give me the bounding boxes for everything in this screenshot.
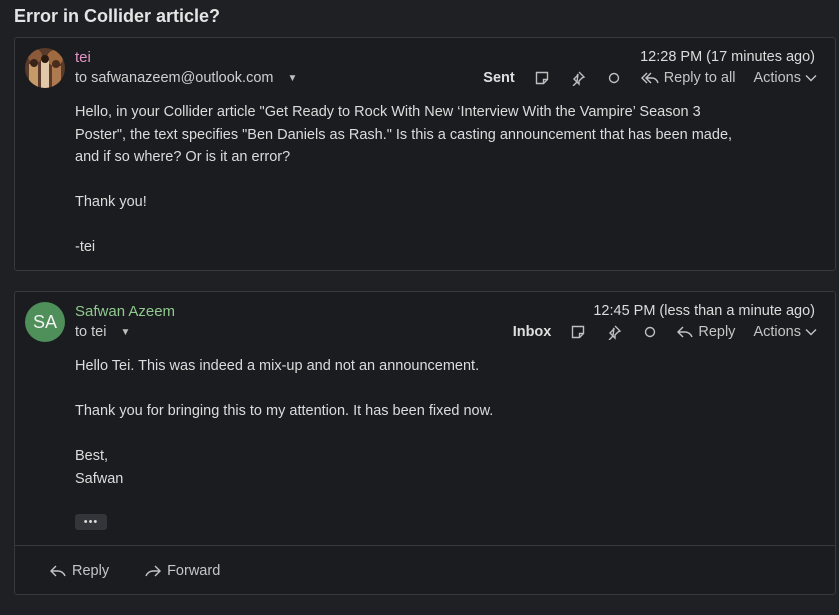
compose-footer: Reply Forward bbox=[15, 545, 835, 595]
pin-icon[interactable] bbox=[605, 323, 623, 341]
reply-all-icon bbox=[640, 72, 659, 84]
message-card: SA Safwan Azeem to tei ▼ 12:45 PM (less … bbox=[14, 291, 836, 595]
actions-menu-button[interactable]: Actions bbox=[753, 70, 817, 86]
avatar[interactable] bbox=[25, 48, 65, 88]
message-toolbar: Inbox Reply Actions bbox=[513, 323, 817, 341]
actions-label: Actions bbox=[753, 70, 801, 86]
reply-all-label: Reply to all bbox=[663, 70, 736, 86]
unread-circle-icon[interactable] bbox=[605, 69, 623, 87]
message-card: tei to safwanazeem@outlook.com ▼ 12:28 P… bbox=[14, 37, 836, 271]
message-timestamp: 12:45 PM (less than a minute ago) bbox=[593, 303, 815, 319]
body-line bbox=[75, 169, 795, 192]
note-icon[interactable] bbox=[569, 323, 587, 341]
message-body: Hello, in your Collider article "Get Rea… bbox=[75, 101, 795, 259]
body-line bbox=[75, 378, 795, 401]
thread-subject: Error in Collider article? bbox=[14, 6, 221, 26]
footer-forward-button[interactable]: Forward bbox=[145, 563, 220, 579]
body-line: Poster", the text specifies "Ben Daniels… bbox=[75, 126, 733, 143]
reply-icon bbox=[50, 565, 66, 576]
pin-icon[interactable] bbox=[569, 69, 587, 87]
recipient-text: to safwanazeem@outlook.com bbox=[75, 70, 274, 86]
avatar-photo-icon bbox=[25, 48, 65, 88]
sender-name[interactable]: tei bbox=[75, 49, 91, 66]
unread-circle-icon[interactable] bbox=[641, 323, 659, 341]
body-line: Thank you! bbox=[75, 194, 147, 210]
actions-menu-button[interactable]: Actions bbox=[753, 324, 817, 340]
actions-label: Actions bbox=[753, 324, 801, 340]
body-line: -tei bbox=[75, 239, 96, 255]
body-line: Hello, in your Collider article "Get Rea… bbox=[75, 104, 701, 120]
message-body: Hello Tei. This was indeed a mix-up and … bbox=[75, 355, 795, 490]
reply-button[interactable]: Reply bbox=[677, 324, 735, 340]
recipient-line: to tei ▼ bbox=[75, 324, 130, 340]
recipient-text: to tei bbox=[75, 324, 107, 340]
footer-reply-label: Reply bbox=[72, 562, 110, 579]
folder-label: Inbox bbox=[512, 324, 552, 340]
forward-icon bbox=[145, 565, 162, 576]
sender-name[interactable]: Safwan Azeem bbox=[75, 303, 175, 320]
footer-forward-label: Forward bbox=[167, 562, 221, 579]
chevron-down-icon bbox=[805, 329, 817, 336]
footer-reply-button[interactable]: Reply bbox=[50, 563, 109, 579]
message-toolbar: Sent Reply to all Actions bbox=[483, 69, 817, 87]
chevron-down-icon[interactable]: ▼ bbox=[287, 73, 297, 84]
body-line: Best, bbox=[75, 448, 109, 464]
body-line: Thank you for bringing this to my attent… bbox=[75, 403, 494, 419]
avatar[interactable]: SA bbox=[25, 302, 65, 342]
body-line: and if so where? Or is it an error? bbox=[75, 149, 291, 165]
body-line bbox=[75, 214, 795, 237]
chevron-down-icon[interactable]: ▼ bbox=[120, 327, 130, 338]
body-line: Safwan bbox=[75, 470, 124, 487]
folder-label: Sent bbox=[483, 70, 515, 86]
reply-icon bbox=[677, 326, 694, 338]
show-quoted-text-button[interactable]: ••• bbox=[75, 514, 107, 530]
message-timestamp: 12:28 PM (17 minutes ago) bbox=[640, 49, 815, 65]
recipient-line: to safwanazeem@outlook.com ▼ bbox=[75, 70, 297, 86]
note-icon[interactable] bbox=[533, 69, 551, 87]
reply-label: Reply bbox=[698, 324, 736, 340]
body-line: Hello Tei. This was indeed a mix-up and … bbox=[75, 358, 480, 374]
body-line bbox=[75, 423, 795, 446]
chevron-down-icon bbox=[805, 75, 817, 82]
reply-all-button[interactable]: Reply to all bbox=[640, 70, 736, 86]
